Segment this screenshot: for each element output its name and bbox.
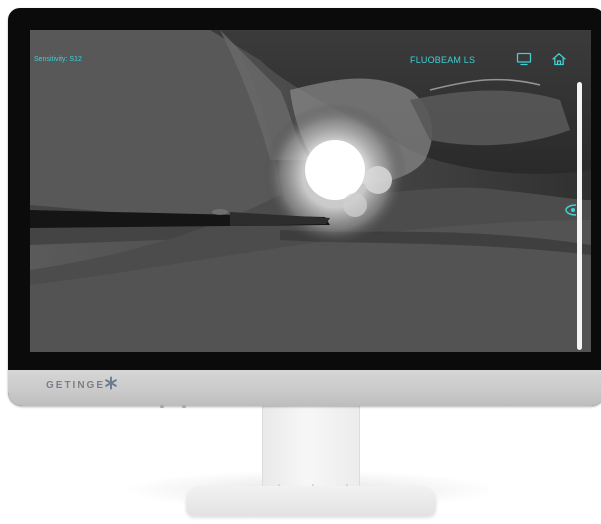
monitor-icon[interactable] xyxy=(516,52,532,66)
product-name-label: FLUOBEAM LS xyxy=(410,55,476,65)
monitor-stand-base xyxy=(186,486,436,516)
monitor-side-buttons xyxy=(160,405,186,409)
vertical-slider-track[interactable] xyxy=(577,82,582,350)
fluorescence-camera-image xyxy=(30,30,591,352)
eye-icon[interactable] xyxy=(564,203,576,217)
sensitivity-readout: Sensitivity: S12 xyxy=(34,56,82,63)
fluorescence-video-screen[interactable]: Sensitivity: S12 FLUOBEAM LS xyxy=(30,30,591,352)
brand-logo-text: GETINGE xyxy=(46,380,106,391)
brand-star-icon xyxy=(105,376,117,390)
monitor-stand-neck xyxy=(262,398,360,498)
stand-indicator-dots xyxy=(278,484,348,488)
home-icon[interactable] xyxy=(551,52,567,66)
